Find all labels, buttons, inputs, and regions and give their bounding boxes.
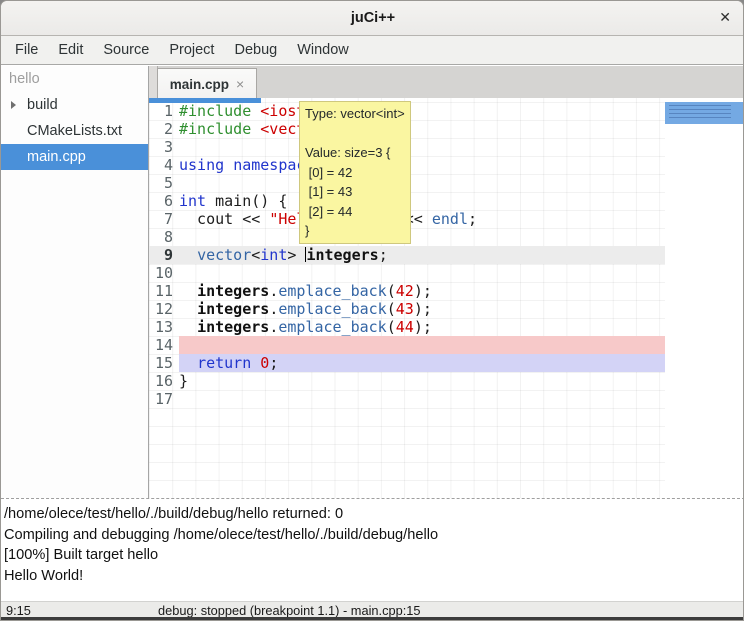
line-number[interactable]: 5 (149, 174, 179, 192)
tab-bar: main.cpp × (149, 66, 744, 99)
menu-item-file[interactable]: File (5, 38, 48, 62)
code-text: integers.emplace_back(42); (179, 282, 665, 300)
code-text: #include <vector> (179, 120, 665, 138)
code-text (179, 264, 665, 282)
line-number[interactable]: 14 (149, 336, 179, 354)
code-text (179, 228, 665, 246)
status-bar: 9:15 debug: stopped (breakpoint 1.1) - m… (1, 601, 744, 617)
code-line-13[interactable]: 13 integers.emplace_back(44); (149, 318, 665, 336)
menu-item-source[interactable]: Source (93, 38, 159, 62)
code-text: int main() { (179, 192, 665, 210)
code-line-10[interactable]: 10 (149, 264, 665, 282)
code-text: } (179, 372, 665, 390)
code-line-14[interactable]: 14 (149, 336, 665, 354)
line-number[interactable]: 2 (149, 120, 179, 138)
close-icon[interactable]: ✕ (719, 9, 731, 26)
tooltip-line (305, 124, 405, 144)
editor-notebook: main.cpp × 1#include <iostream>2#include… (149, 65, 744, 498)
line-number[interactable]: 11 (149, 282, 179, 300)
console-output[interactable]: /home/olece/test/hello/./build/debug/hel… (1, 501, 744, 601)
code-text: return 0; (179, 354, 665, 372)
line-number[interactable]: 17 (149, 390, 179, 408)
code-line-16[interactable]: 16} (149, 372, 665, 390)
menubar: FileEditSourceProjectDebugWindow (1, 36, 744, 65)
title-bar: juCi++ ✕ (1, 1, 744, 36)
code-text: vector<int> integers; (179, 246, 665, 264)
code-text (179, 138, 665, 156)
window-title: juCi++ (351, 10, 395, 26)
code-text: #include <iostream> (179, 102, 665, 120)
sidebar-project-label: hello (1, 66, 148, 92)
code-text: integers.emplace_back(44); (179, 318, 665, 336)
code-text: integers.emplace_back(43); (179, 300, 665, 318)
file-tree-panel: hello buildCMakeLists.txtmain.cpp (1, 66, 149, 498)
active-tab-indicator (149, 98, 261, 103)
minimap-slider[interactable] (665, 102, 744, 124)
tooltip-line: } (305, 221, 405, 241)
tree-item-main-cpp[interactable]: main.cpp (1, 144, 148, 170)
source-editor[interactable]: 1#include <iostream>2#include <vector>34… (149, 98, 744, 498)
minimap-column (665, 98, 744, 498)
tree-item-label: CMakeLists.txt (1, 118, 122, 144)
code-line-17[interactable]: 17 (149, 390, 665, 408)
code-text (179, 390, 665, 408)
line-number[interactable]: 15 (149, 354, 179, 372)
file-tree: buildCMakeLists.txtmain.cpp (1, 92, 148, 170)
tab-label: main.cpp (170, 77, 229, 92)
tab-main-cpp[interactable]: main.cpp × (157, 68, 257, 99)
tree-item-build[interactable]: build (1, 92, 148, 118)
line-number[interactable]: 9 (149, 246, 179, 264)
cursor-position-status: 9:15 (6, 603, 31, 618)
window-bottom-edge (1, 617, 744, 621)
menu-item-window[interactable]: Window (287, 38, 359, 62)
tree-item-label: main.cpp (1, 144, 86, 170)
code-line-9[interactable]: 9 vector<int> integers; (149, 246, 665, 264)
console-line: [100%] Built target hello (4, 545, 744, 566)
line-number[interactable]: 1 (149, 102, 179, 120)
line-number[interactable]: 6 (149, 192, 179, 210)
code-text: cout << "Hello World!" << endl; (179, 210, 665, 228)
debug-status: debug: stopped (breakpoint 1.1) - main.c… (158, 603, 421, 618)
menu-item-project[interactable]: Project (159, 38, 224, 62)
debug-value-tooltip: Type: vector<int> Value: size=3 { [0] = … (299, 101, 411, 244)
line-number[interactable]: 4 (149, 156, 179, 174)
console-line: /home/olece/test/hello/./build/debug/hel… (4, 504, 744, 525)
tooltip-line: [0] = 42 (305, 163, 405, 183)
tooltip-line: [2] = 44 (305, 202, 405, 222)
app-window: juCi++ ✕ FileEditSourceProjectDebugWindo… (0, 0, 744, 621)
console-line: Hello World! (4, 566, 744, 587)
code-text (179, 336, 665, 354)
code-line-11[interactable]: 11 integers.emplace_back(42); (149, 282, 665, 300)
line-number[interactable]: 16 (149, 372, 179, 390)
line-number[interactable]: 12 (149, 300, 179, 318)
line-number[interactable]: 7 (149, 210, 179, 228)
tab-close-icon[interactable]: × (236, 76, 244, 92)
line-number[interactable]: 10 (149, 264, 179, 282)
tooltip-line: Value: size=3 { (305, 143, 405, 163)
tree-item-cmakelists-txt[interactable]: CMakeLists.txt (1, 118, 148, 144)
code-text: using namespace std; (179, 156, 665, 174)
code-line-12[interactable]: 12 integers.emplace_back(43); (149, 300, 665, 318)
line-number[interactable]: 8 (149, 228, 179, 246)
menu-item-edit[interactable]: Edit (48, 38, 93, 62)
tooltip-line: Type: vector<int> (305, 104, 405, 124)
menu-item-debug[interactable]: Debug (224, 38, 287, 62)
line-number[interactable]: 13 (149, 318, 179, 336)
line-number[interactable]: 3 (149, 138, 179, 156)
code-text (179, 174, 665, 192)
code-line-15[interactable]: 15 return 0; (149, 354, 665, 372)
tooltip-line: [1] = 43 (305, 182, 405, 202)
tree-item-label: build (16, 92, 58, 118)
console-line: Compiling and debugging /home/olece/test… (4, 525, 744, 546)
